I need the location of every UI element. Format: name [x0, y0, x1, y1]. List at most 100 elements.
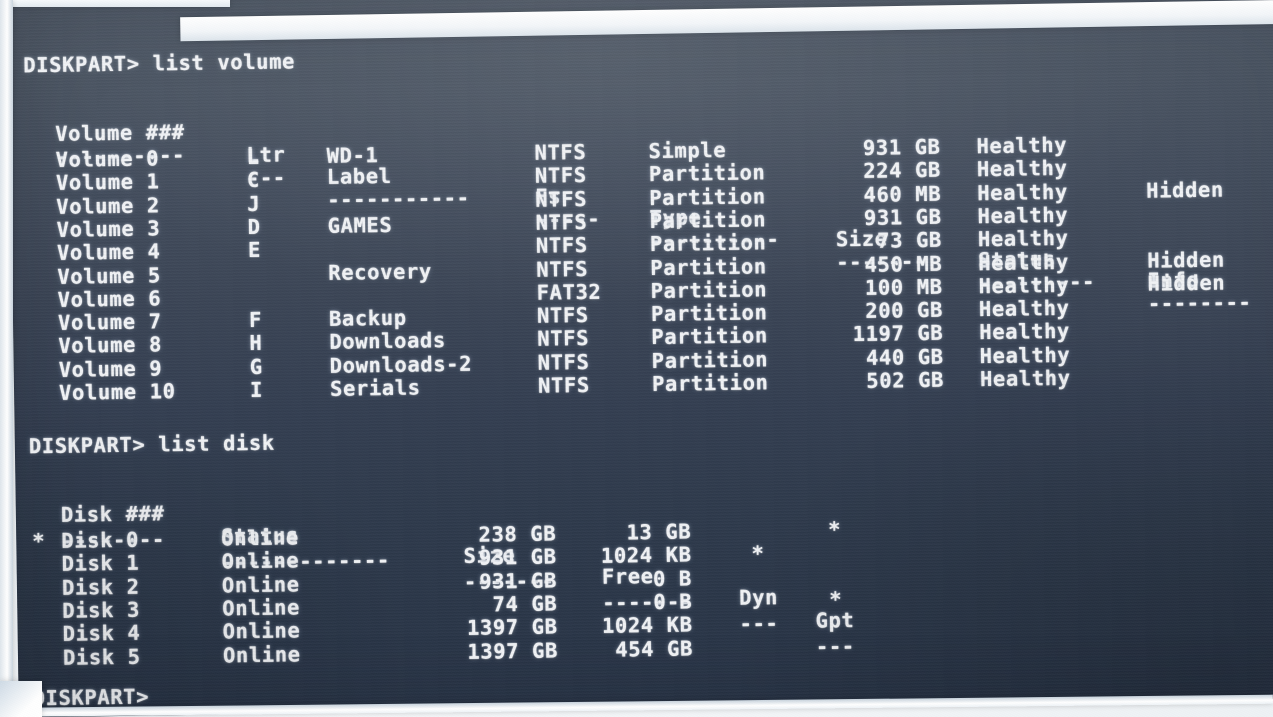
volume-cell-status: Healthy [979, 342, 1071, 368]
disk-table-body: * Disk 0 Online 238 GB 13 GB * Disk 1 Online 931… [18, 517, 1273, 677]
disk-cell-status: Online [221, 571, 300, 598]
volume-cell-type: Partition [649, 183, 766, 210]
volume-cell-status: Healthy [977, 202, 1069, 229]
monitor-bezel-left [0, 0, 13, 717]
disk-header-dyn: Dyn [739, 585, 779, 611]
volume-cell-label: Downloads-2 [329, 351, 473, 378]
monitor-bezel-top-left [0, 0, 230, 7]
volume-cell-fs: NTFS [536, 303, 589, 328]
disk-cell-selected: * [32, 529, 46, 554]
volume-cell-status: Healthy [976, 132, 1068, 159]
disk-cell-free: 0 B [653, 589, 693, 614]
volume-cell-status: Healthy [979, 365, 1071, 392]
disk-cell-dyn: * [751, 541, 765, 566]
volume-cell-type: Partition [651, 323, 768, 350]
volume-table-body: Volume 0 L WD-1 NTFS Simple 931 GB Healthy Volu… [14, 133, 1273, 405]
volume-cell-status: Healthy [978, 272, 1070, 298]
volume-cell-number: Volume 3 [56, 216, 161, 242]
disk-cell-number: Disk 3 [62, 597, 141, 623]
disk-cell-free: 0 B [652, 566, 693, 591]
volume-cell-size: 224 GB [863, 158, 942, 184]
volume-cell-fs: NTFS [536, 256, 589, 282]
volume-cell-ltr: I [249, 377, 264, 403]
volume-cell-size: 450 MB [864, 251, 943, 277]
disk-cell-gpt: * [828, 517, 842, 542]
volume-cell-info: Hidden [1147, 247, 1226, 273]
disk-cell-status: Online [221, 548, 300, 574]
volume-cell-status: Healthy [978, 295, 1070, 322]
volume-cell-number: Volume 2 [56, 192, 161, 219]
volume-cell-ltr: H [249, 331, 263, 356]
disk-cell-number: Disk 4 [62, 620, 141, 647]
volume-cell-ltr: J [247, 191, 261, 216]
volume-cell-number: Volume 8 [58, 332, 163, 359]
volume-cell-type: Partition [650, 253, 767, 280]
volume-cell-number: Volume 7 [57, 309, 162, 335]
volume-cell-type: Simple [648, 137, 727, 164]
diskpart-console[interactable]: master boot record (MBR) signature of a … [8, 0, 1273, 717]
volume-cell-ltr: E [247, 238, 262, 263]
volume-cell-number: Volume 5 [57, 262, 162, 289]
disk-rule-gpt: --- [815, 633, 855, 659]
volume-cell-ltr: C [246, 168, 261, 193]
volume-cell-number: Volume 10 [58, 379, 176, 405]
volume-cell-label: Recovery [328, 258, 433, 285]
volume-cell-status: Healthy [976, 156, 1068, 182]
volume-cell-status: Healthy [977, 179, 1068, 205]
disk-cell-free: 1024 KB [601, 612, 693, 639]
volume-cell-size: 440 GB [865, 344, 944, 370]
volume-cell-status: Healthy [978, 249, 1070, 275]
volume-cell-type: Partition [649, 230, 767, 257]
volume-cell-fs: NTFS [537, 372, 590, 398]
volume-cell-label: Serials [329, 375, 421, 401]
disk-cell-number: Disk 1 [61, 550, 140, 577]
volume-cell-type: Partition [648, 160, 766, 187]
disk-cell-free: 1024 KB [600, 542, 692, 569]
disk-cell-status: Online [222, 641, 301, 667]
disk-cell-gpt: * [829, 587, 843, 612]
volume-cell-type: Partition [651, 347, 769, 373]
volume-cell-label: Backup [328, 305, 407, 331]
volume-header-label: Label [326, 163, 392, 189]
disk-cell-status: Online [221, 525, 300, 551]
volume-cell-number: Volume 1 [55, 169, 160, 196]
command-list-disk: list disk [158, 430, 275, 457]
volume-cell-number: Volume 6 [57, 286, 162, 312]
volume-cell-fs: NTFS [535, 233, 588, 258]
volume-cell-info: Hidden [1146, 177, 1225, 203]
volume-cell-ltr: L [246, 144, 260, 170]
monitor-screen-area: master boot record (MBR) signature of a … [0, 0, 1273, 717]
volume-cell-status: Healthy [979, 319, 1071, 345]
volume-cell-fs: NTFS [534, 139, 587, 165]
volume-cell-status: Healthy [977, 226, 1069, 252]
disk-cell-status: Online [222, 595, 301, 621]
volume-cell-label: Downloads [329, 328, 447, 355]
volume-cell-number: Volume 9 [58, 355, 163, 382]
volume-cell-fs: FAT32 [536, 279, 602, 305]
disk-cell-size: 74 GB [492, 591, 558, 617]
volume-cell-type: Partition [650, 277, 768, 303]
disk-rule-dyn: --- [739, 611, 779, 637]
volume-cell-number: Volume 4 [56, 239, 161, 266]
volume-cell-fs: NTFS [535, 209, 588, 235]
volume-cell-size: 931 GB [862, 134, 941, 160]
volume-cell-size: 100 MB [864, 274, 943, 300]
volume-cell-fs: NTFS [537, 349, 590, 375]
disk-cell-size: 1397 GB [466, 614, 558, 641]
prompt-line-list-volume: DISKPART> list volume [23, 49, 296, 78]
disk-cell-number: Disk 5 [62, 644, 141, 670]
command-list-volume: list volume [152, 49, 296, 76]
volume-rule-label: ----------- [327, 185, 470, 212]
disk-header-gpt: Gpt [815, 607, 855, 633]
prompt-line-list-disk: DISKPART> list disk [29, 430, 275, 459]
volume-cell-type: Partition [649, 207, 767, 233]
volume-cell-size: 931 GB [863, 204, 942, 230]
prompt-label: DISKPART> [23, 51, 140, 78]
volume-cell-size: 73 GB [877, 227, 943, 253]
disk-cell-size: 1397 GB [467, 637, 559, 664]
volume-cell-fs: NTFS [535, 186, 588, 212]
volume-cell-size: 200 GB [865, 297, 944, 323]
volume-cell-fs: NTFS [537, 326, 590, 352]
volume-cell-size: 1197 GB [852, 321, 944, 347]
